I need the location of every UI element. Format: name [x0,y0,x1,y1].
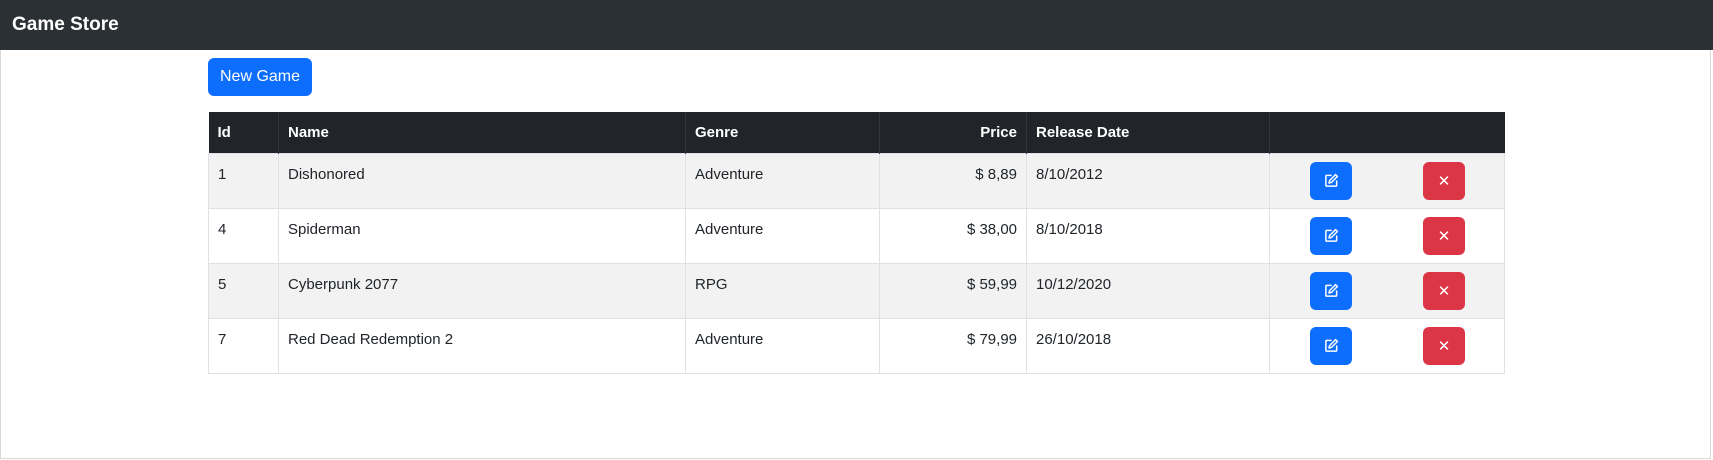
cell-genre: Adventure [685,152,880,209]
x-icon: ✕ [1437,336,1451,355]
brand-title[interactable]: Game Store [12,14,119,36]
row-actions: ✕ [1270,216,1504,257]
cell-price: $ 59,99 [879,262,1027,319]
cell-id: 7 [208,317,279,374]
row-actions: ✕ [1270,161,1504,202]
x-icon: ✕ [1437,226,1451,245]
cell-release-date: 10/12/2020 [1026,262,1270,319]
delete-button[interactable]: ✕ [1423,216,1465,255]
cell-genre: Adventure [685,207,880,264]
pencil-square-icon [1324,338,1338,352]
cell-actions: ✕ [1269,207,1505,264]
cell-id: 4 [208,207,279,264]
table-header-row: Id Name Genre Price Release Date [208,112,1505,153]
row-actions: ✕ [1270,271,1504,312]
games-table: Id Name Genre Price Release Date 1 Disho… [208,112,1505,374]
cell-genre: RPG [685,262,880,319]
table-row: 5 Cyberpunk 2077 RPG $ 59,99 10/12/2020 … [208,262,1505,319]
cell-name: Dishonored [278,152,686,209]
cell-price: $ 8,89 [879,152,1027,209]
edit-button[interactable] [1310,326,1352,365]
delete-button[interactable]: ✕ [1423,161,1465,200]
cell-name: Cyberpunk 2077 [278,262,686,319]
cell-price: $ 79,99 [879,317,1027,374]
cell-actions: ✕ [1269,317,1505,374]
header-name: Name [278,112,686,153]
cell-name: Red Dead Redemption 2 [278,317,686,374]
header-release-date: Release Date [1026,112,1270,153]
cell-release-date: 8/10/2012 [1026,152,1270,209]
table-row: 4 Spiderman Adventure $ 38,00 8/10/2018 … [208,207,1505,264]
delete-button[interactable]: ✕ [1423,271,1465,310]
cell-id: 5 [208,262,279,319]
cell-release-date: 26/10/2018 [1026,317,1270,374]
x-icon: ✕ [1437,281,1451,300]
cell-id: 1 [208,152,279,209]
edit-button[interactable] [1310,271,1352,310]
pencil-square-icon [1324,173,1338,187]
cell-release-date: 8/10/2018 [1026,207,1270,264]
table-row: 1 Dishonored Adventure $ 8,89 8/10/2012 … [208,152,1505,209]
new-game-button[interactable]: New Game [208,58,312,96]
x-icon: ✕ [1437,171,1451,190]
table-row: 7 Red Dead Redemption 2 Adventure $ 79,9… [208,317,1505,374]
navbar: Game Store [0,0,1713,50]
cell-genre: Adventure [685,317,880,374]
header-genre: Genre [685,112,880,153]
row-actions: ✕ [1270,326,1504,367]
edit-button[interactable] [1310,161,1352,200]
header-price: Price [879,112,1027,153]
pencil-square-icon [1324,228,1338,242]
cell-price: $ 38,00 [879,207,1027,264]
header-id: Id [208,112,279,153]
cell-name: Spiderman [278,207,686,264]
delete-button[interactable]: ✕ [1423,326,1465,365]
cell-actions: ✕ [1269,152,1505,209]
table-body: 1 Dishonored Adventure $ 8,89 8/10/2012 … [208,152,1505,374]
cell-actions: ✕ [1269,262,1505,319]
edit-button[interactable] [1310,216,1352,255]
pencil-square-icon [1324,283,1338,297]
table-header: Id Name Genre Price Release Date [208,112,1505,153]
header-actions [1269,112,1505,153]
